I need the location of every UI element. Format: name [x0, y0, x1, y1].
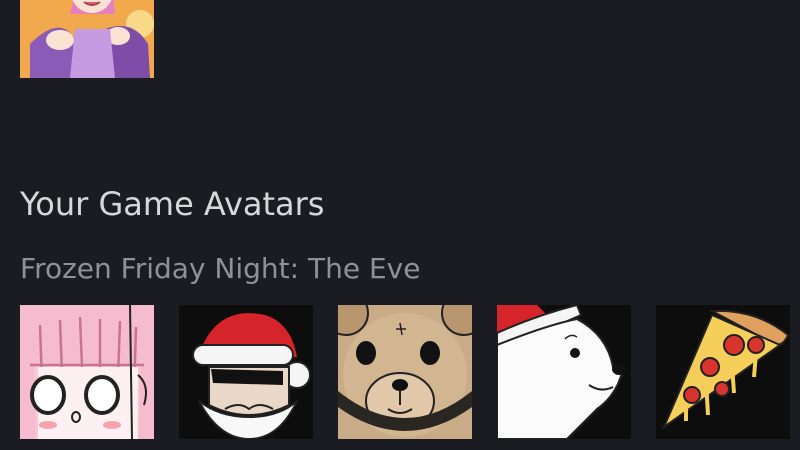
avatar-grid: [20, 305, 800, 440]
avatar-tile[interactable]: [338, 305, 472, 439]
pizza-slice-avatar-icon: [656, 305, 790, 439]
avatar-tile[interactable]: [20, 305, 154, 439]
avatar-tile[interactable]: [497, 305, 631, 439]
avatar-selection-panel: Your Game Avatars Frozen Friday Night: T…: [0, 0, 800, 450]
anime-girl-avatar-icon: [20, 0, 154, 78]
polar-bear-santa-hat-avatar-icon: [497, 305, 631, 439]
avatar-tile[interactable]: [179, 305, 313, 439]
section-title: Your Game Avatars: [20, 185, 325, 223]
pink-hair-girl-avatar-icon: [20, 305, 154, 439]
santa-sunglasses-avatar-icon: [179, 305, 313, 439]
avatar-tile[interactable]: [656, 305, 790, 439]
current-avatar-tile[interactable]: [20, 0, 154, 78]
game-title: Frozen Friday Night: The Eve: [20, 252, 421, 285]
teddy-bear-avatar-icon: [338, 305, 472, 439]
